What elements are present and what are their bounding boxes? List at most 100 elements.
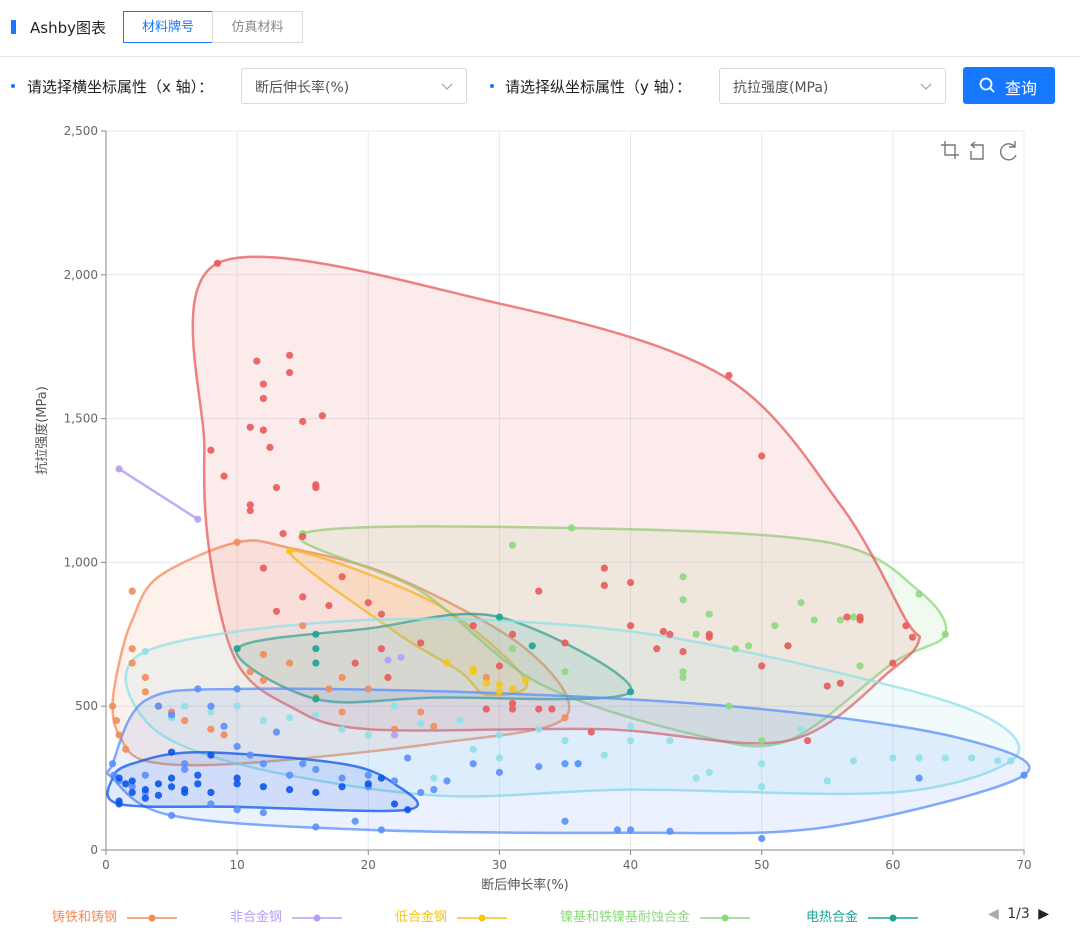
data-point-5[interactable] <box>784 642 792 650</box>
data-point-0[interactable] <box>259 650 267 659</box>
data-point-3[interactable] <box>679 596 687 604</box>
data-point-5[interactable] <box>246 507 254 515</box>
data-point-6[interactable] <box>967 754 976 762</box>
data-point-5[interactable] <box>384 673 392 682</box>
data-point-6[interactable] <box>535 725 543 733</box>
data-point-0[interactable] <box>141 688 149 696</box>
data-point-4[interactable] <box>495 613 504 621</box>
data-point-0[interactable] <box>128 587 136 595</box>
data-point-3[interactable] <box>915 590 923 598</box>
data-point-5[interactable] <box>889 659 897 667</box>
data-point-8[interactable] <box>115 774 123 782</box>
data-point-3[interactable] <box>567 524 576 532</box>
data-point-7[interactable] <box>417 788 425 797</box>
data-point-2[interactable] <box>286 547 294 555</box>
data-point-5[interactable] <box>508 630 517 638</box>
data-point-0[interactable] <box>141 673 149 682</box>
data-point-7[interactable] <box>561 817 569 825</box>
data-point-3[interactable] <box>679 673 687 682</box>
data-point-7[interactable] <box>758 834 766 843</box>
data-point-4[interactable] <box>312 645 320 653</box>
data-point-5[interactable] <box>377 610 385 618</box>
data-point-8[interactable] <box>194 780 202 788</box>
data-point-4[interactable] <box>233 645 241 653</box>
data-point-8[interactable] <box>364 780 372 788</box>
data-point-0[interactable] <box>122 745 130 753</box>
data-point-6[interactable] <box>915 754 923 762</box>
data-point-7[interactable] <box>167 711 176 719</box>
data-point-0[interactable] <box>181 716 189 725</box>
data-point-6[interactable] <box>364 731 372 739</box>
data-point-0[interactable] <box>299 622 307 630</box>
data-point-8[interactable] <box>312 788 320 797</box>
data-point-1[interactable] <box>384 656 392 664</box>
query-button[interactable]: 查询 <box>963 67 1055 104</box>
data-point-7[interactable] <box>181 765 189 774</box>
data-point-3[interactable] <box>745 642 753 650</box>
data-point-2[interactable] <box>495 688 504 696</box>
data-point-6[interactable] <box>797 725 805 733</box>
data-point-8[interactable] <box>194 771 202 779</box>
data-point-5[interactable] <box>482 705 490 713</box>
data-point-0[interactable] <box>233 538 241 546</box>
data-point-6[interactable] <box>141 647 149 656</box>
data-point-0[interactable] <box>115 731 123 739</box>
data-point-5[interactable] <box>804 737 812 745</box>
next-page-icon[interactable]: ▶ <box>1038 906 1049 922</box>
data-point-0[interactable] <box>561 714 569 722</box>
data-point-6[interactable] <box>495 731 504 739</box>
data-point-5[interactable] <box>213 259 222 267</box>
legend-item[interactable]: 低合金钢 <box>395 906 508 925</box>
data-point-6[interactable] <box>758 783 766 791</box>
data-point-8[interactable] <box>115 797 123 805</box>
data-point-5[interactable] <box>312 484 320 492</box>
data-point-6[interactable] <box>390 702 399 710</box>
data-point-6[interactable] <box>181 702 189 710</box>
data-point-6[interactable] <box>1007 757 1015 765</box>
data-point-3[interactable] <box>705 610 713 618</box>
data-point-7[interactable] <box>220 722 228 730</box>
data-point-3[interactable] <box>508 541 517 549</box>
y-axis-select[interactable]: 抗拉强度(MPa) <box>719 68 946 104</box>
data-point-7[interactable] <box>167 811 176 820</box>
tab-material-grade[interactable]: 材料牌号 <box>123 11 213 43</box>
data-point-5[interactable] <box>587 728 595 736</box>
data-point-5[interactable] <box>758 662 766 670</box>
data-point-8[interactable] <box>128 788 136 797</box>
data-point-6[interactable] <box>823 777 831 785</box>
data-point-5[interactable] <box>246 423 254 431</box>
data-point-8[interactable] <box>207 751 215 759</box>
data-point-3[interactable] <box>561 668 569 676</box>
data-point-2[interactable] <box>508 685 517 693</box>
data-point-2[interactable] <box>482 679 490 687</box>
data-point-5[interactable] <box>908 633 917 641</box>
data-point-4[interactable] <box>528 642 536 650</box>
data-point-7[interactable] <box>430 786 438 794</box>
data-point-7[interactable] <box>312 765 320 774</box>
data-point-3[interactable] <box>731 645 740 653</box>
data-point-5[interactable] <box>286 368 294 377</box>
data-point-5[interactable] <box>653 645 661 653</box>
data-point-6[interactable] <box>430 774 438 782</box>
data-point-7[interactable] <box>574 760 582 768</box>
data-point-1[interactable] <box>390 731 399 739</box>
data-point-6[interactable] <box>312 711 320 719</box>
data-point-5[interactable] <box>266 443 274 451</box>
data-point-8[interactable] <box>154 780 163 788</box>
data-point-5[interactable] <box>836 679 845 687</box>
data-point-7[interactable] <box>233 685 241 693</box>
data-point-6[interactable] <box>417 719 425 728</box>
data-point-8[interactable] <box>286 786 294 794</box>
data-point-0[interactable] <box>286 659 294 667</box>
data-point-4[interactable] <box>312 630 320 638</box>
data-point-0[interactable] <box>364 685 372 693</box>
data-point-5[interactable] <box>705 633 713 641</box>
data-point-7[interactable] <box>626 826 635 834</box>
data-point-0[interactable] <box>128 645 136 653</box>
data-point-7[interactable] <box>613 826 622 834</box>
data-point-7[interactable] <box>404 754 412 762</box>
data-point-6[interactable] <box>692 774 700 782</box>
data-point-3[interactable] <box>797 599 805 607</box>
data-point-6[interactable] <box>286 714 294 722</box>
data-point-7[interactable] <box>364 771 372 779</box>
